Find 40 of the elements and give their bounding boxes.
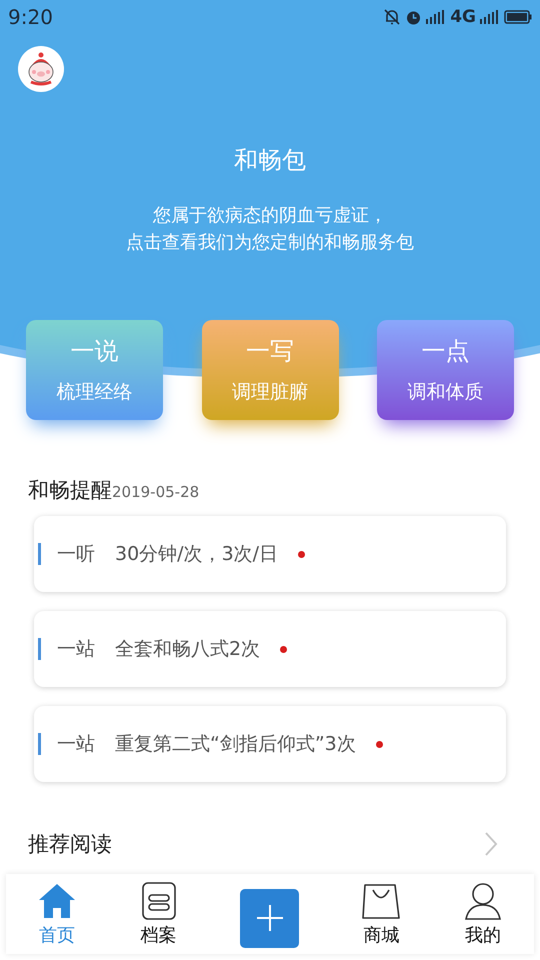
nav-tab[interactable]: 首页 xyxy=(36,881,77,947)
package-title: 和畅包 xyxy=(234,145,306,176)
user-icon xyxy=(463,881,504,921)
nav-tab[interactable]: 商城 xyxy=(361,881,402,947)
plus-icon xyxy=(256,904,284,932)
home-icon xyxy=(36,881,77,921)
accent-bar xyxy=(38,638,41,660)
service-title: 一点 xyxy=(422,336,470,367)
signal-icon xyxy=(426,10,446,24)
reminder-label: 一站 xyxy=(57,732,95,757)
service-subtitle: 梳理经络 xyxy=(56,380,132,405)
reminder-text: 30分钟/次，3次/日 xyxy=(115,542,278,567)
service-card[interactable]: 一点 调和体质 xyxy=(377,320,514,420)
battery-icon xyxy=(504,10,532,24)
nav-tab[interactable]: 我的 xyxy=(463,881,504,947)
service-title: 一说 xyxy=(70,336,118,367)
alarm-icon xyxy=(405,8,422,26)
reminder-card[interactable]: 一听 30分钟/次，3次/日 xyxy=(34,516,506,592)
nav-tab[interactable]: 档案 xyxy=(138,881,179,947)
reminder-text: 全套和畅八式2次 xyxy=(115,637,260,662)
reminder-text: 重复第二式“剑指后仰式”3次 xyxy=(115,732,356,757)
service-title: 一写 xyxy=(246,336,294,367)
section-title: 和畅提醒 xyxy=(28,477,112,504)
reminder-label: 一站 xyxy=(57,637,95,662)
accent-bar xyxy=(38,733,41,755)
shopping-bag-icon xyxy=(361,881,402,921)
bell-muted-icon xyxy=(383,8,402,26)
accent-bar xyxy=(38,543,41,565)
status-time: 9:20 xyxy=(8,5,53,29)
service-subtitle: 调理脏腑 xyxy=(232,380,308,405)
signal-icon xyxy=(480,10,500,24)
network-type: 4G xyxy=(450,7,476,27)
reminder-card[interactable]: 一站 全套和畅八式2次 xyxy=(34,611,506,687)
avatar[interactable] xyxy=(18,46,64,92)
add-button[interactable] xyxy=(240,888,300,948)
reminder-card[interactable]: 一站 重复第二式“剑指后仰式”3次 xyxy=(34,706,506,782)
reminder-label: 一听 xyxy=(57,542,95,567)
service-subtitle: 调和体质 xyxy=(408,380,484,405)
reminder-date: 2019-05-28 xyxy=(112,483,200,501)
section-title: 推荐阅读 xyxy=(28,831,112,858)
